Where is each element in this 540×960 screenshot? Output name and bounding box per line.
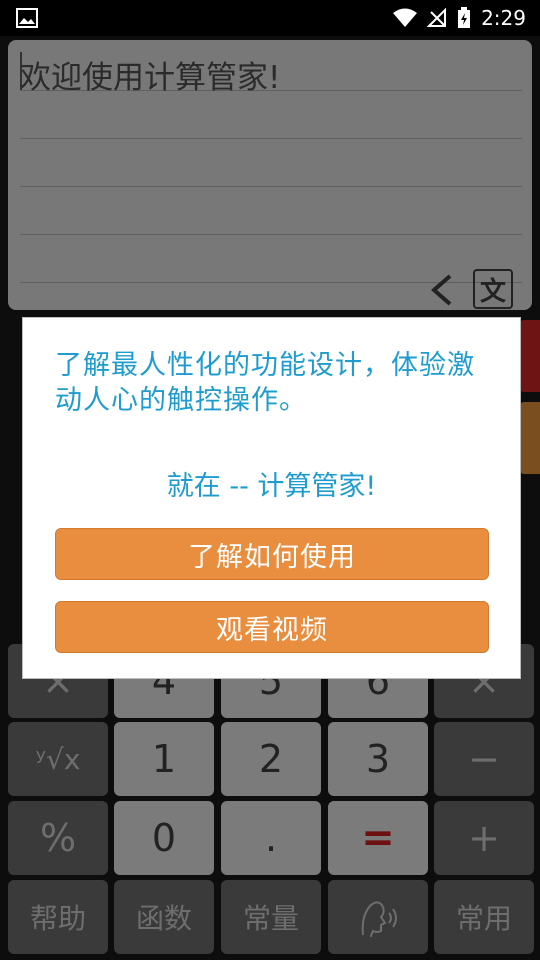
key-0[interactable]: 0 — [114, 801, 214, 875]
delete-key-edge[interactable] — [520, 402, 540, 474]
clock: 2:29 — [481, 6, 526, 30]
common-button[interactable]: 常用 — [434, 880, 534, 954]
battery-charging-icon — [458, 7, 471, 28]
welcome-dialog: 了解最人性化的功能设计，体验激动人心的触控操作。 就在 -- 计算管家! 了解如… — [22, 317, 521, 679]
key-minus[interactable]: − — [434, 722, 534, 796]
constants-button[interactable]: 常量 — [221, 880, 321, 954]
learn-how-button[interactable]: 了解如何使用 — [55, 528, 489, 580]
key-percent[interactable]: % — [8, 801, 108, 875]
back-arrow-icon[interactable] — [428, 272, 456, 308]
wifi-icon — [393, 8, 418, 27]
status-bar: 2:29 — [0, 0, 540, 36]
equals-sign: = — [361, 815, 395, 861]
key-1[interactable]: 1 — [114, 722, 214, 796]
no-signal-icon — [427, 8, 447, 27]
language-toggle-button[interactable]: 文 — [473, 269, 513, 309]
voice-button[interactable] — [328, 880, 428, 954]
display-panel[interactable]: 欢迎使用计算管家! 文 — [8, 40, 532, 310]
dialog-tagline: 就在 -- 计算管家! — [166, 471, 377, 502]
key-3[interactable]: 3 — [328, 722, 428, 796]
key-root[interactable]: ʸ√x — [8, 722, 108, 796]
image-notification-icon — [16, 8, 38, 28]
help-button[interactable]: 帮助 — [8, 880, 108, 954]
voice-speaker-icon — [361, 901, 397, 938]
display-text: 欢迎使用计算管家! — [20, 60, 281, 96]
dialog-message: 了解最人性化的功能设计，体验激动人心的触控操作。 — [55, 350, 475, 416]
key-plus[interactable]: + — [434, 801, 534, 875]
functions-button[interactable]: 函数 — [114, 880, 214, 954]
key-2[interactable]: 2 — [221, 722, 321, 796]
key-decimal[interactable]: . — [221, 801, 321, 875]
key-equals[interactable]: = — [328, 801, 428, 875]
clear-key-edge[interactable] — [520, 320, 540, 392]
watch-video-button[interactable]: 观看视频 — [55, 601, 489, 653]
